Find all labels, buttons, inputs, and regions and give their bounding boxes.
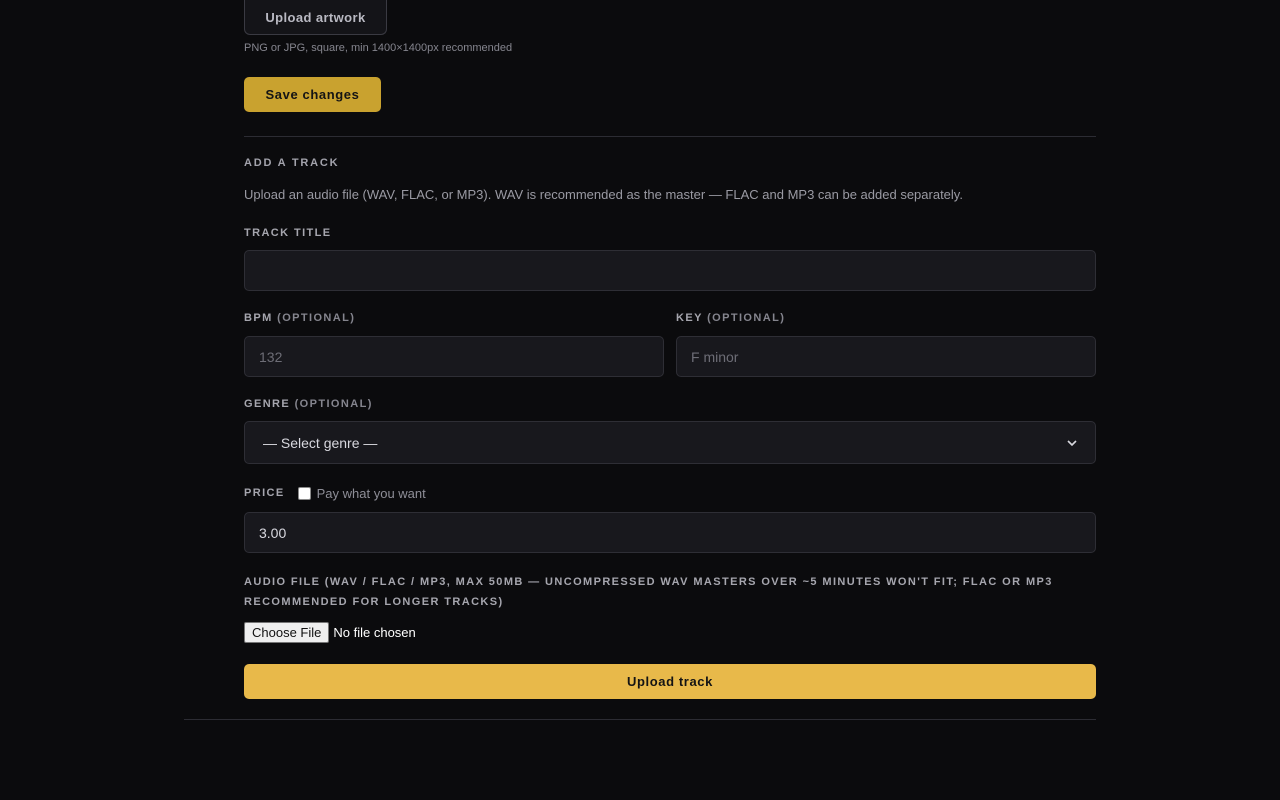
bpm-optional-text: (OPTIONAL) [277,312,356,324]
genre-selected-value: — Select genre — [263,434,378,451]
chevron-down-icon [1067,439,1077,446]
add-track-description: Upload an audio file (WAV, FLAC, or MP3)… [244,187,963,202]
track-title-label: TRACK TITLE [244,227,332,239]
artwork-hint: PNG or JPG, square, min 1400×1400px reco… [244,42,513,54]
choose-file-button[interactable]: Choose File [244,622,330,643]
key-label: KEY (OPTIONAL) [676,312,785,324]
key-label-text: KEY [676,312,703,324]
genre-label-text: GENRE [244,398,291,410]
price-row: PRICE Pay what you want [244,485,426,501]
pay-what-you-want-label[interactable]: Pay what you want [317,486,426,501]
genre-select[interactable]: — Select genre — [244,421,1096,464]
key-input[interactable]: F minor [676,336,1096,377]
bpm-label-text: BPM [244,312,273,324]
price-input[interactable]: 3.00 [244,512,1096,553]
genre-label: GENRE (OPTIONAL) [244,398,373,410]
price-label: PRICE [244,487,285,499]
audio-file-label: AUDIO FILE (WAV / FLAC / MP3, MAX 50MB —… [244,576,1053,608]
save-changes-button[interactable]: Save changes [244,77,381,112]
bpm-label: BPM (OPTIONAL) [244,312,355,324]
page: Upload artwork PNG or JPG, square, min 1… [0,0,1280,800]
upload-artwork-button[interactable]: Upload artwork [244,0,387,35]
track-title-input[interactable] [244,250,1096,291]
genre-optional-text: (OPTIONAL) [294,398,373,410]
pay-what-you-want-checkbox[interactable] [297,486,311,500]
audio-file-input: Choose File No file chosen [244,622,416,643]
bpm-input[interactable]: 132 [244,336,664,377]
add-track-heading: ADD A TRACK [244,157,340,169]
file-status-text: No file chosen [333,625,416,640]
section-divider [244,136,1096,137]
key-optional-text: (OPTIONAL) [707,312,786,324]
footer-divider [184,719,1096,720]
upload-track-button[interactable]: Upload track [244,664,1096,699]
